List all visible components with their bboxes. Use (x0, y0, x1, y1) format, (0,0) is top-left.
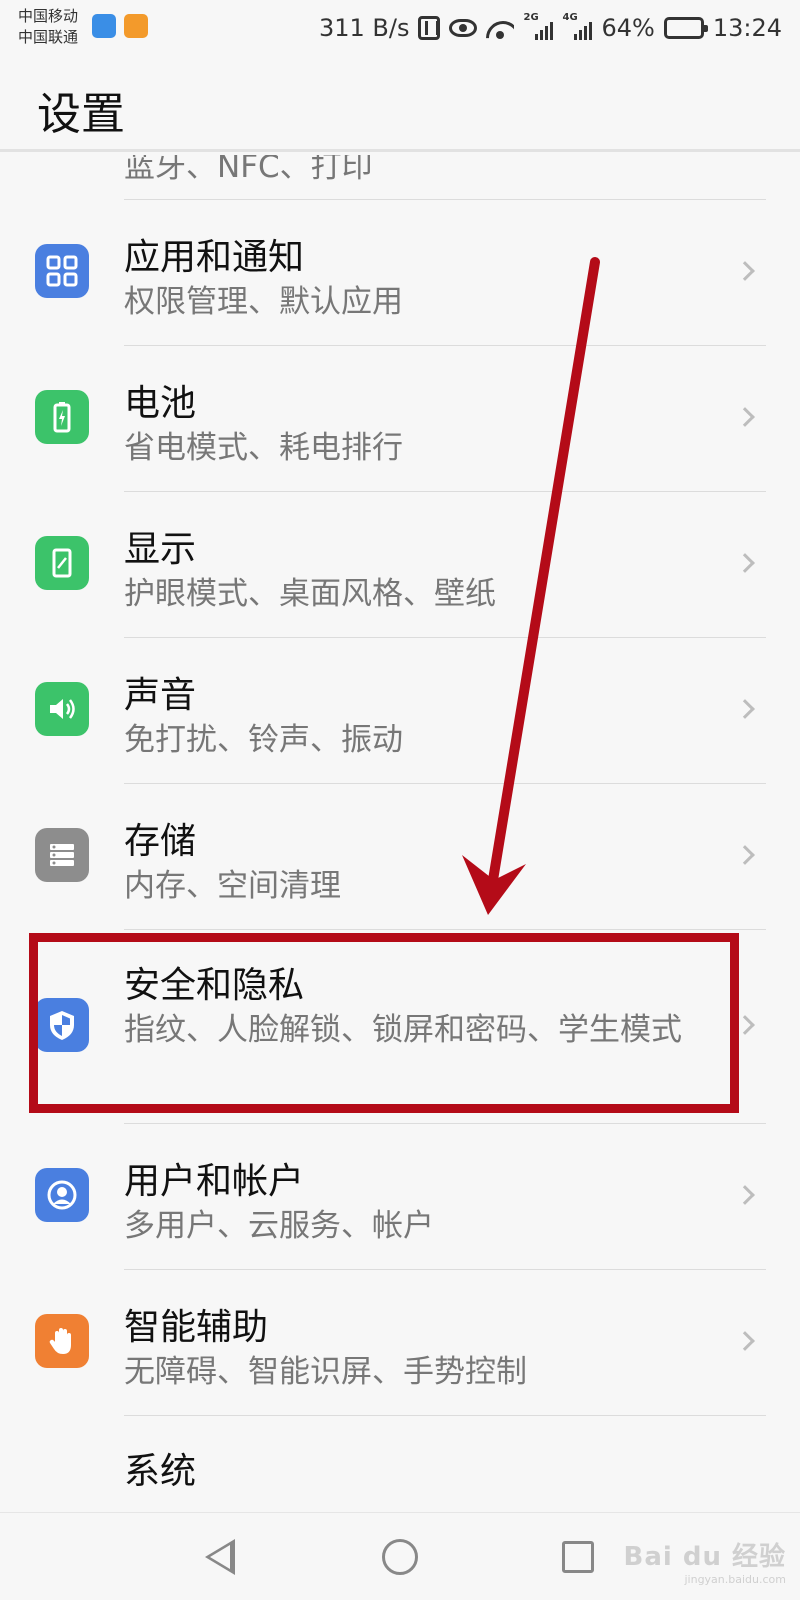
watermark: Bai du 经验 jingyan.baidu.com (624, 1536, 787, 1586)
recent-apps-button[interactable] (538, 1513, 618, 1600)
watermark-main: Bai du 经验 (623, 1542, 786, 1572)
back-icon (205, 1539, 235, 1575)
recent-apps-icon (562, 1541, 594, 1573)
back-button[interactable] (180, 1513, 260, 1600)
annotation-arrow (462, 257, 600, 915)
watermark-sub: jingyan.baidu.com (684, 1573, 786, 1586)
home-icon (382, 1539, 418, 1575)
navigation-bar: Bai du 经验 jingyan.baidu.com (0, 1512, 800, 1600)
home-button[interactable] (360, 1513, 440, 1600)
